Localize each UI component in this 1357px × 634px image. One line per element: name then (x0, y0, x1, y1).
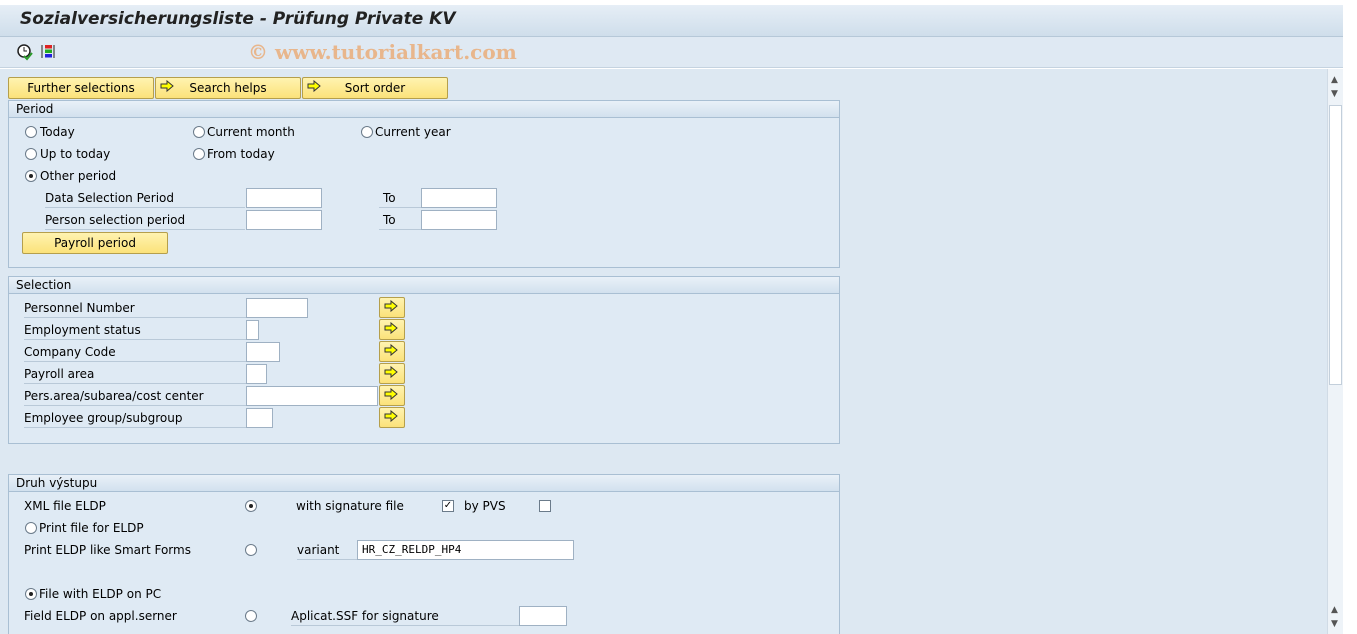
print-file-label: Print file for ELDP (39, 521, 144, 535)
ssf-signature-input[interactable] (519, 606, 567, 626)
employment-status-label: Employment status (24, 321, 246, 340)
company-code-input[interactable] (246, 342, 280, 362)
pers-area-input[interactable] (246, 386, 378, 406)
multiple-selection-button[interactable] (379, 385, 405, 406)
scroll-down-icon[interactable]: ▼ (1331, 619, 1338, 629)
up-to-today-label: Up to today (40, 147, 111, 161)
from-today-label: From today (207, 147, 275, 161)
company-code-label: Company Code (24, 343, 246, 362)
variant-input[interactable]: HR_CZ_RELDP_HP4 (357, 540, 574, 560)
group-title: Selection (9, 277, 839, 294)
group-title: Druh výstupu (9, 475, 839, 492)
today-radio[interactable] (25, 126, 37, 138)
field-appl-server-radio[interactable] (245, 610, 257, 622)
file-on-pc-radio[interactable] (25, 588, 37, 600)
data-selection-period-label: Data Selection Period (45, 189, 245, 208)
to-label: To (379, 211, 421, 230)
search-helps-button[interactable]: Search helps (155, 77, 301, 99)
arrow-right-icon (384, 300, 398, 313)
selection-screen: Further selections Search helps Sort ord… (0, 69, 1327, 634)
scroll-up-icon[interactable]: ▲ (1331, 75, 1338, 85)
arrow-right-icon (160, 80, 174, 93)
button-label: Search helps (189, 81, 267, 95)
multiple-selection-button[interactable] (379, 407, 405, 428)
other-period-label: Other period (40, 169, 117, 183)
data-selection-to-input[interactable] (421, 188, 497, 208)
from-today-radio[interactable] (193, 148, 205, 160)
multiple-selection-button[interactable] (379, 297, 405, 318)
pers-area-label: Pers.area/subarea/cost center (24, 387, 246, 406)
employment-status-input[interactable] (246, 320, 259, 340)
person-selection-to-input[interactable] (421, 210, 497, 230)
application-toolbar: © www.tutorialkart.com (0, 37, 1343, 68)
arrow-right-icon (384, 410, 398, 423)
title-bar: Sozialversicherungsliste - Prüfung Priva… (0, 5, 1343, 37)
personnel-number-input[interactable] (246, 298, 308, 318)
by-pvs-checkbox[interactable] (539, 500, 551, 512)
payroll-area-input[interactable] (246, 364, 267, 384)
with-signature-checkbox[interactable]: ✓ (442, 500, 454, 512)
print-smart-forms-label: Print ELDP like Smart Forms (24, 543, 191, 557)
page-title: Sozialversicherungsliste - Prüfung Priva… (20, 9, 456, 29)
multiple-selection-button[interactable] (379, 363, 405, 384)
payroll-period-button[interactable]: Payroll period (22, 232, 168, 254)
period-group: Period Today Current month Current year … (8, 100, 840, 268)
variant-label: variant (297, 541, 357, 560)
button-label: Further selections (27, 81, 135, 95)
by-pvs-label: by PVS (464, 499, 506, 513)
data-selection-from-input[interactable] (246, 188, 322, 208)
person-selection-period-label: Person selection period (45, 211, 245, 230)
scroll-up-icon[interactable]: ▲ (1331, 605, 1338, 615)
field-appl-server-label: Field ELDP on appl.serner (24, 609, 177, 623)
button-label: Sort order (344, 81, 406, 95)
further-selections-button[interactable]: Further selections (8, 77, 154, 99)
other-period-radio[interactable] (25, 170, 37, 182)
current-year-label: Current year (375, 125, 451, 139)
employee-group-input[interactable] (246, 408, 273, 428)
arrow-right-icon (384, 366, 398, 379)
current-year-radio[interactable] (361, 126, 373, 138)
file-on-pc-label: File with ELDP on PC (39, 587, 162, 601)
group-title: Period (9, 101, 839, 118)
xml-file-label: XML file ELDP (24, 499, 106, 513)
current-month-radio[interactable] (193, 126, 205, 138)
employee-group-label: Employee group/subgroup (24, 409, 246, 428)
payroll-area-label: Payroll area (24, 365, 246, 384)
arrow-right-icon (307, 80, 321, 93)
vertical-scrollbar[interactable]: ▲ ▼ ▲ ▼ (1327, 69, 1343, 634)
multiple-selection-button[interactable] (379, 319, 405, 340)
person-selection-from-input[interactable] (246, 210, 322, 230)
selection-options-icon[interactable] (40, 43, 58, 61)
current-month-label: Current month (207, 125, 295, 139)
xml-file-radio[interactable] (245, 500, 257, 512)
arrow-right-icon (384, 388, 398, 401)
with-signature-label: with signature file (296, 499, 404, 513)
execute-clock-icon[interactable] (16, 43, 34, 61)
watermark: © www.tutorialkart.com (248, 40, 517, 64)
personnel-number-label: Personnel Number (24, 299, 246, 318)
to-label: To (379, 189, 421, 208)
sort-order-button[interactable]: Sort order (302, 77, 448, 99)
arrow-right-icon (384, 322, 398, 335)
scroll-thumb[interactable] (1329, 105, 1342, 385)
today-label: Today (40, 125, 75, 139)
arrow-right-icon (384, 344, 398, 357)
multiple-selection-button[interactable] (379, 341, 405, 362)
output-type-group: Druh výstupu XML file ELDP with signatur… (8, 474, 840, 634)
up-to-today-radio[interactable] (25, 148, 37, 160)
selection-group: Selection Personnel Number Employment st… (8, 276, 840, 444)
print-smart-forms-radio[interactable] (245, 544, 257, 556)
print-file-radio[interactable] (25, 522, 37, 534)
ssf-signature-label: Aplicat.SSF for signature (291, 607, 519, 626)
scroll-down-icon[interactable]: ▼ (1331, 89, 1338, 99)
button-label: Payroll period (54, 236, 136, 250)
